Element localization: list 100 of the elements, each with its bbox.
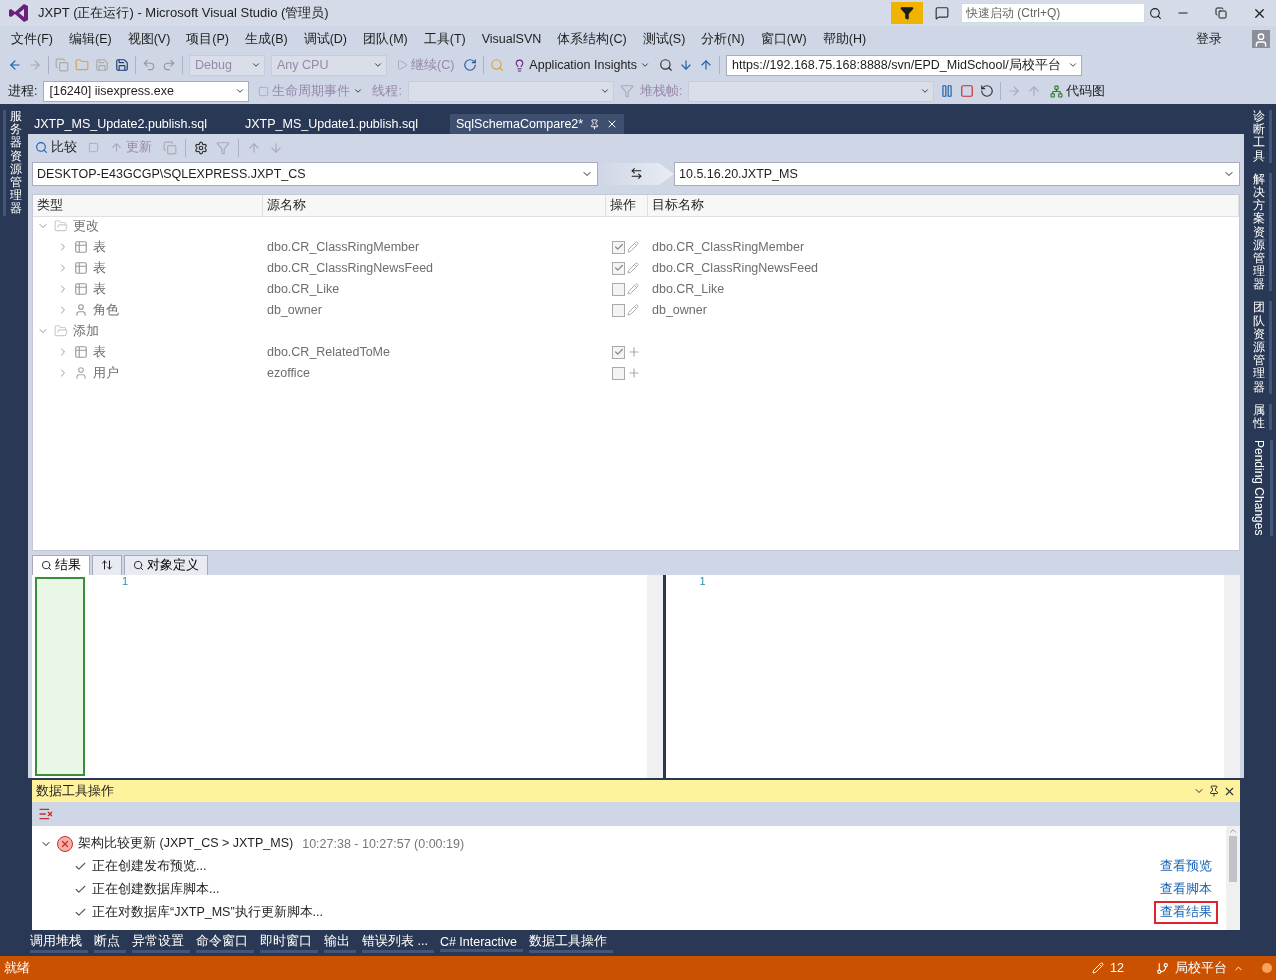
caret-icon <box>640 60 651 70</box>
arrow-up-icon <box>110 141 123 155</box>
tool-window-tab[interactable]: 异常设置 <box>132 933 190 953</box>
filter-icon[interactable] <box>216 140 230 155</box>
settings-icon[interactable] <box>194 140 208 155</box>
code-map-button[interactable]: 代码图 <box>1047 82 1109 100</box>
redo-icon[interactable] <box>162 58 176 72</box>
check-icon <box>74 906 87 919</box>
back-icon[interactable] <box>8 58 22 72</box>
refresh-icon[interactable] <box>463 58 478 72</box>
tool-window-tab[interactable]: C# Interactive <box>439 934 524 952</box>
document-tab[interactable]: JXTP_MS_Update2.publish.sql <box>28 114 213 134</box>
column-header[interactable]: 操作 <box>606 194 648 217</box>
step-link[interactable]: 查看结果 <box>1154 901 1218 924</box>
restore-icon <box>1215 7 1227 19</box>
result-tab[interactable]: 对象定义 <box>124 554 208 575</box>
step-out-icon[interactable] <box>1027 84 1042 98</box>
menu-item[interactable]: 团队(M) <box>355 30 416 48</box>
undo-icon[interactable] <box>142 58 156 72</box>
step-link[interactable]: 查看预览 <box>1154 855 1218 878</box>
process-dropdown[interactable]: [16240] iisexpress.exe <box>43 80 250 102</box>
tool-window-tab[interactable]: 命令窗口 <box>196 933 254 953</box>
previous-icon[interactable] <box>247 140 261 155</box>
menu-item[interactable]: 体系结构(C) <box>549 30 635 48</box>
pin-icon[interactable] <box>589 118 601 130</box>
column-header[interactable]: 源名称 <box>263 194 606 217</box>
svn-url-dropdown[interactable]: https://192.168.75.168:8888/svn/EPD_MidSchool/局校平台 <box>726 54 1083 76</box>
include-checkbox[interactable] <box>612 261 625 275</box>
result-tab[interactable]: 结果 <box>32 554 90 575</box>
stack-frame-dropdown[interactable] <box>688 80 935 102</box>
search-icon[interactable] <box>1149 6 1162 20</box>
side-tab[interactable]: 属性 <box>1248 403 1272 431</box>
scrollbar[interactable] <box>1226 826 1240 930</box>
include-checkbox[interactable] <box>612 366 625 380</box>
save-all-icon[interactable] <box>115 58 129 72</box>
save-icon[interactable] <box>95 58 109 72</box>
menu-item[interactable]: 文件(F) <box>3 30 61 48</box>
quick-launch-field[interactable]: 快速启动 (Ctrl+Q) <box>961 3 1145 23</box>
scroll-up-icon[interactable] <box>1228 826 1238 836</box>
source-dropdown[interactable]: DESKTOP-E43GCGP\SQLEXPRESS.JXPT_CS <box>32 161 598 186</box>
funnel-icon[interactable] <box>619 84 634 98</box>
menu-item[interactable]: 调试(D) <box>295 30 355 48</box>
side-tab[interactable]: 解决方案资源管理器 <box>1248 172 1272 292</box>
source-name-cell-text: dbo.CR_RelatedToMe <box>266 345 391 360</box>
stop-icon[interactable] <box>960 84 975 98</box>
include-checkbox[interactable] <box>612 240 625 254</box>
menu-item[interactable]: VisualSVN <box>473 32 550 46</box>
upload-icon[interactable] <box>699 58 714 72</box>
thread-dropdown[interactable] <box>407 80 614 102</box>
include-checkbox[interactable] <box>612 345 625 359</box>
menu-item[interactable]: 测试(S) <box>634 30 694 48</box>
branch-name[interactable]: 局校平台 <box>1175 959 1227 977</box>
result-tab[interactable] <box>92 554 122 575</box>
menu-item[interactable]: 编辑(E) <box>60 30 120 48</box>
side-tab[interactable]: Pending Changes <box>1247 440 1273 536</box>
side-tab[interactable]: 诊断工具 <box>1248 110 1272 163</box>
scrollbar[interactable] <box>1224 574 1240 778</box>
next-icon[interactable] <box>269 140 283 155</box>
table-icon <box>74 240 88 255</box>
tool-window-tab[interactable]: 即时窗口 <box>260 933 318 953</box>
tool-window-tab[interactable]: 数据工具操作 <box>529 933 614 953</box>
compare-button[interactable]: 比较 <box>32 139 80 157</box>
document-tab[interactable]: SqlSchemaCompare2* <box>450 114 625 134</box>
menu-item[interactable]: 分析(N) <box>693 30 753 48</box>
table-icon <box>74 345 88 360</box>
column-header[interactable]: 类型 <box>33 194 263 217</box>
menu-item[interactable]: 帮助(H) <box>814 30 875 48</box>
tool-window-tab[interactable]: 断点 <box>94 933 126 953</box>
forward-icon[interactable] <box>28 58 42 72</box>
folder-icon[interactable] <box>75 58 89 72</box>
login-link[interactable]: 登录 <box>1196 30 1222 48</box>
menu-item[interactable]: 窗口(W) <box>752 30 815 48</box>
step-icon[interactable] <box>1007 84 1022 98</box>
menu-item[interactable]: 项目(P) <box>178 30 237 48</box>
target-dropdown[interactable]: 10.5.16.20.JXTP_MS <box>674 161 1240 186</box>
find-icon[interactable] <box>490 58 505 72</box>
avatar[interactable] <box>1252 30 1270 48</box>
pause-icon[interactable] <box>940 84 955 98</box>
scrollbar[interactable] <box>646 574 663 778</box>
clear-list-icon[interactable] <box>38 806 54 822</box>
side-tab[interactable]: 服务器资源管理器 <box>2 110 26 216</box>
pending-changes-count[interactable]: 12 <box>1110 961 1124 975</box>
pin-icon[interactable] <box>1208 785 1220 797</box>
menu-item[interactable]: 生成(B) <box>237 30 296 48</box>
side-tab[interactable]: 团队资源管理器 <box>1248 301 1272 394</box>
tool-window-tab[interactable]: 错误列表 ... <box>362 933 434 953</box>
include-checkbox[interactable] <box>612 282 625 296</box>
stop-icon[interactable] <box>88 142 99 154</box>
feedback-button[interactable] <box>891 2 923 24</box>
column-header[interactable]: 目标名称 <box>648 194 1239 217</box>
menu-item[interactable]: 工具(T) <box>415 30 474 48</box>
include-checkbox[interactable] <box>612 303 625 317</box>
step-link[interactable]: 查看脚本 <box>1154 878 1218 901</box>
restart-icon[interactable] <box>980 84 995 98</box>
application-insights-button[interactable]: Application Insights <box>510 58 654 72</box>
tool-window-tab[interactable]: 调用堆栈 <box>30 933 88 953</box>
menu-item[interactable]: 视图(V) <box>119 30 179 48</box>
feedback-icon[interactable] <box>935 6 949 20</box>
tool-window-tab[interactable]: 输出 <box>324 933 356 953</box>
document-tab[interactable]: JXTP_MS_Update1.publish.sql <box>239 114 425 134</box>
